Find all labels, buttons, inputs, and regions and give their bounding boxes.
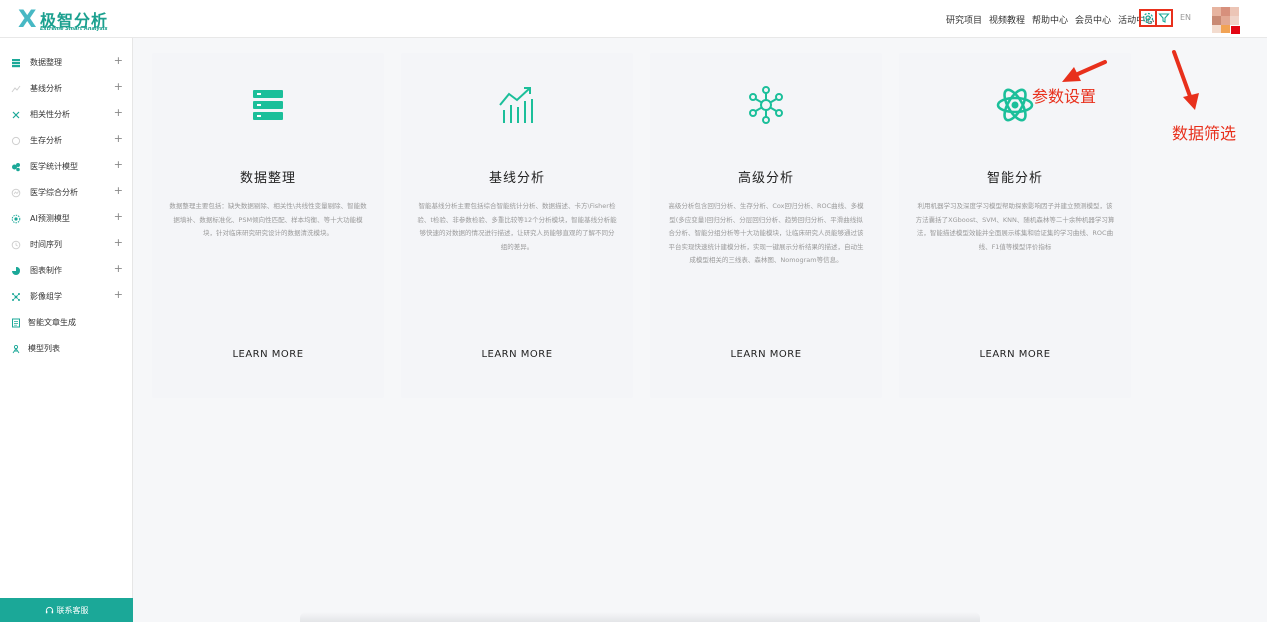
filter-button[interactable] — [1155, 9, 1173, 27]
avatar[interactable] — [1212, 7, 1240, 34]
card-advanced-analysis[interactable]: 高级分析 高级分析包含回归分析、生存分析、Cox回归分析、ROC曲线、多模型(多… — [650, 53, 882, 398]
learn-more-link[interactable]: LEARN MORE — [152, 349, 384, 360]
brand-mark: X — [18, 5, 37, 33]
sidebar-item-label: AI预测模型 — [30, 214, 70, 223]
card-data-cleaning[interactable]: 数据整理 数据整理主要包括：缺失数据剔除、相关性\共线性变量剔除、智能数据填补、… — [152, 53, 384, 398]
sidebar-item-time-series[interactable]: 时间序列 + — [0, 233, 133, 259]
card-baseline-analysis[interactable]: 基线分析 智能基线分析主要包括综合智能统计分析、数据描述、卡方\Fisher检验… — [401, 53, 633, 398]
headset-icon — [45, 606, 53, 613]
expand-plus-icon[interactable]: + — [114, 236, 123, 249]
expand-plus-icon[interactable]: + — [114, 132, 123, 145]
learn-more-link[interactable]: LEARN MORE — [401, 349, 633, 360]
sidebar-item-label: 医学综合分析 — [30, 188, 78, 197]
sidebar-item-label: 基线分析 — [30, 84, 62, 93]
sidebar-item-medical-stats-model[interactable]: 医学统计模型 + — [0, 155, 133, 181]
line-chart-icon — [11, 85, 21, 93]
card-title: 数据整理 — [239, 171, 296, 186]
expand-plus-icon[interactable]: + — [114, 158, 123, 171]
clock-icon — [11, 240, 21, 250]
article-icon — [12, 318, 20, 328]
sidebar-item-label: 医学统计模型 — [30, 162, 78, 171]
sidebar: 数据整理 + 基线分析 + 相关性分析 + 生存分析 + 医学统计模型 + 医学… — [0, 38, 133, 622]
nav-member-center[interactable]: 会员中心 — [1075, 13, 1111, 26]
expand-plus-icon[interactable]: + — [114, 106, 123, 119]
card-description: 数据整理主要包括：缺失数据剔除、相关性\共线性变量剔除、智能数据填补、数据标准化… — [169, 202, 367, 238]
sidebar-item-label: 数据整理 — [30, 58, 62, 67]
brand-subtitle: Extreme Smart Analysis — [40, 26, 108, 32]
sidebar-item-data-cleaning[interactable]: 数据整理 + — [0, 51, 133, 77]
comprehensive-icon — [11, 188, 21, 198]
annotation-filter-label: 数据筛选 — [1172, 124, 1237, 143]
sidebar-item-label: 图表制作 — [30, 266, 62, 275]
card-title: 智能分析 — [986, 171, 1043, 186]
expand-plus-icon[interactable]: + — [114, 210, 123, 223]
trend-icon — [499, 87, 533, 123]
expand-plus-icon[interactable]: + — [114, 80, 123, 93]
expand-plus-icon[interactable]: + — [114, 262, 123, 275]
model-list-icon — [12, 344, 20, 354]
sidebar-item-article-generation[interactable]: 智能文章生成 — [0, 311, 133, 337]
bottom-scroll-shadow — [300, 612, 980, 622]
pie-icon — [11, 136, 21, 146]
stats-model-icon — [12, 163, 20, 172]
card-title: 基线分析 — [488, 171, 545, 186]
nav-help-center[interactable]: 帮助中心 — [1032, 13, 1068, 26]
sidebar-item-label: 时间序列 — [30, 240, 62, 249]
sidebar-item-label: 生存分析 — [30, 136, 62, 145]
main-content: 数据整理 数据整理主要包括：缺失数据剔除、相关性\共线性变量剔除、智能数据填补、… — [133, 38, 1267, 622]
sidebar-item-label: 相关性分析 — [30, 110, 70, 119]
server-icon — [253, 90, 283, 120]
sidebar-item-label: 模型列表 — [28, 344, 60, 353]
sidebar-item-radiomics[interactable]: 影像组学 + — [0, 285, 133, 311]
top-header: X 极智分析 Extreme Smart Analysis 研究项目 视频教程 … — [0, 0, 1267, 38]
chart-icon — [12, 267, 20, 275]
top-nav: 研究项目 视频教程 帮助中心 会员中心 活动中心 — [946, 13, 1154, 26]
ai-icon — [11, 214, 21, 224]
card-title: 高级分析 — [737, 171, 794, 186]
card-description: 高级分析包含回归分析、生存分析、Cox回归分析、ROC曲线、多模型(多应变量)回… — [668, 202, 864, 265]
filter-icon — [1158, 13, 1170, 23]
sidebar-item-survival-analysis[interactable]: 生存分析 + — [0, 129, 133, 155]
card-description: 智能基线分析主要包括综合智能统计分析、数据描述、卡方\Fisher检验、t检验、… — [417, 202, 617, 251]
card-intelligent-analysis[interactable]: 智能分析 利用机器学习及深度学习模型帮助探索影响因子并建立预测模型，该方法囊括了… — [899, 53, 1131, 398]
expand-plus-icon[interactable]: + — [114, 54, 123, 67]
sidebar-item-model-list[interactable]: 模型列表 — [0, 337, 133, 363]
database-icon — [12, 59, 20, 68]
contact-support-label: 联系客服 — [56, 605, 89, 615]
scatter-icon — [12, 111, 20, 119]
network-icon — [749, 86, 783, 124]
learn-more-link[interactable]: LEARN MORE — [899, 349, 1131, 360]
sidebar-item-correlation-analysis[interactable]: 相关性分析 + — [0, 103, 133, 129]
sidebar-item-label: 智能文章生成 — [28, 318, 76, 327]
sidebar-item-label: 影像组学 — [30, 292, 62, 301]
nav-video-tutorials[interactable]: 视频教程 — [989, 13, 1025, 26]
expand-plus-icon[interactable]: + — [114, 184, 123, 197]
settings-icon — [1142, 12, 1154, 24]
sidebar-item-medical-comprehensive[interactable]: 医学综合分析 + — [0, 181, 133, 207]
expand-plus-icon[interactable]: + — [114, 288, 123, 301]
sidebar-item-chart-making[interactable]: 图表制作 + — [0, 259, 133, 285]
atom-icon — [996, 88, 1034, 122]
learn-more-link[interactable]: LEARN MORE — [650, 349, 882, 360]
language-switch[interactable]: EN — [1180, 13, 1191, 22]
sidebar-item-baseline-analysis[interactable]: 基线分析 + — [0, 77, 133, 103]
contact-support-button[interactable]: 联系客服 — [0, 598, 133, 622]
radiomics-icon — [12, 293, 20, 301]
annotation-settings-label: 参数设置 — [1032, 87, 1097, 106]
card-description: 利用机器学习及深度学习模型帮助探索影响因子并建立预测模型，该方法囊括了XGboo… — [915, 202, 1115, 251]
sidebar-item-ai-prediction[interactable]: AI预测模型 + — [0, 207, 133, 233]
nav-research-projects[interactable]: 研究项目 — [946, 13, 982, 26]
brand-logo[interactable]: X 极智分析 Extreme Smart Analysis — [18, 5, 108, 33]
